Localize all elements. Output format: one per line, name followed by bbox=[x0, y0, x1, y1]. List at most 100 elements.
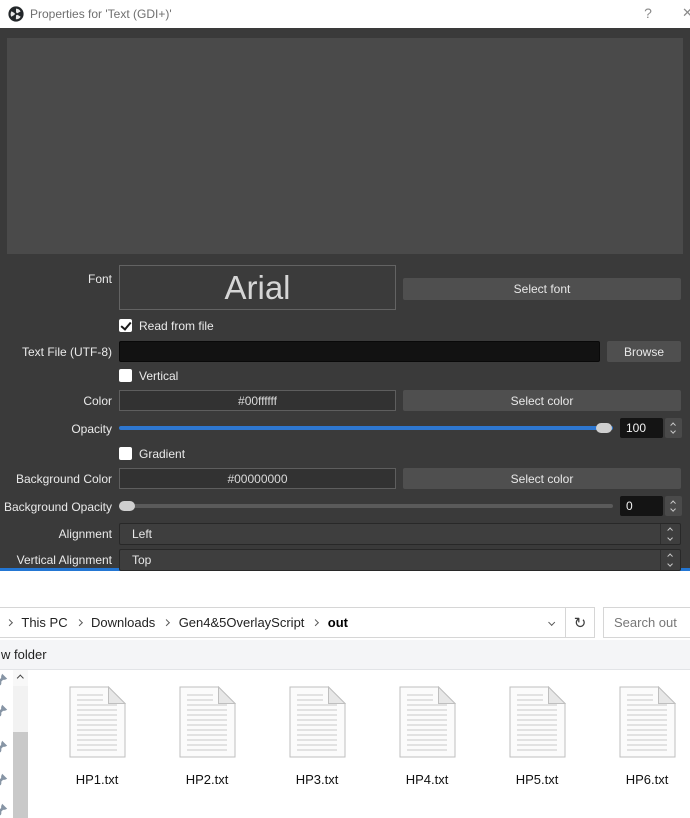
font-label: Font bbox=[87, 272, 112, 286]
color-label: Color bbox=[83, 394, 112, 408]
breadcrumb: This PC Downloads Gen4&5OverlayScript ou… bbox=[0, 615, 539, 630]
breadcrumb-separator-icon[interactable] bbox=[312, 618, 320, 627]
pin-icon[interactable] bbox=[0, 673, 8, 689]
background-opacity-value: 0 bbox=[620, 496, 663, 516]
dropdown-arrows[interactable] bbox=[660, 550, 680, 570]
address-dropdown-button[interactable] bbox=[539, 608, 565, 637]
obs-properties-dialog: Font Arial Select font Read from file Te… bbox=[0, 28, 690, 571]
chevron-up-icon bbox=[17, 674, 24, 682]
close-button[interactable]: ✕ bbox=[682, 5, 690, 23]
gradient-checkbox[interactable] bbox=[119, 447, 132, 460]
screen: Properties for 'Text (GDI+)' ? ✕ Font Ar… bbox=[0, 0, 690, 818]
obs-logo-icon bbox=[8, 6, 24, 22]
opacity-slider[interactable] bbox=[119, 426, 613, 430]
text-file-icon bbox=[509, 686, 566, 758]
chevron-down-icon bbox=[667, 534, 674, 541]
pin-icon[interactable] bbox=[0, 803, 8, 818]
gradient-label: Gradient bbox=[139, 447, 186, 461]
pin-icon[interactable] bbox=[0, 773, 8, 789]
file-name[interactable]: HP3.txt bbox=[296, 772, 339, 787]
file-name[interactable]: HP2.txt bbox=[186, 772, 229, 787]
chevron-up-icon bbox=[667, 553, 674, 560]
breadcrumb-item-out[interactable]: out bbox=[328, 615, 348, 630]
file-grid: HP1.txt HP2.txt HP3.txt HP4.txt HP5.txt bbox=[42, 686, 690, 787]
address-bar-controls: ↻ bbox=[539, 608, 594, 637]
background-opacity-spin-arrows[interactable] bbox=[665, 496, 682, 516]
file-name[interactable]: HP1.txt bbox=[76, 772, 119, 787]
background-opacity-spinbox[interactable]: 0 bbox=[620, 496, 682, 516]
explorer-command-bar: w folder bbox=[0, 640, 690, 670]
vertical-scrollbar[interactable] bbox=[13, 670, 28, 818]
breadcrumb-separator-icon[interactable] bbox=[163, 618, 171, 627]
file-tile[interactable]: HP3.txt bbox=[262, 686, 372, 787]
file-list-area: HP1.txt HP2.txt HP3.txt HP4.txt HP5.txt bbox=[0, 670, 690, 818]
text-file-input[interactable] bbox=[119, 341, 600, 362]
file-name[interactable]: HP6.txt bbox=[626, 772, 669, 787]
color-value-box: #00ffffff bbox=[119, 390, 396, 411]
vertical-alignment-value: Top bbox=[132, 553, 152, 567]
file-tile[interactable]: HP2.txt bbox=[152, 686, 262, 787]
vertical-alignment-label: Vertical Alignment bbox=[16, 553, 112, 567]
search-input[interactable] bbox=[604, 608, 690, 637]
font-preview-box: Arial bbox=[119, 265, 396, 310]
chevron-down-icon bbox=[667, 560, 674, 567]
breadcrumb-root-chevron-icon[interactable] bbox=[5, 618, 14, 627]
vertical-checkbox[interactable] bbox=[119, 369, 132, 382]
chevron-up-icon bbox=[667, 527, 674, 534]
spin-down-icon[interactable] bbox=[670, 428, 677, 435]
help-button[interactable]: ? bbox=[638, 5, 658, 23]
file-tile[interactable]: HP5.txt bbox=[482, 686, 592, 787]
background-select-color-button[interactable]: Select color bbox=[403, 468, 681, 489]
file-name[interactable]: HP4.txt bbox=[406, 772, 449, 787]
text-file-icon bbox=[399, 686, 456, 758]
opacity-slider-handle[interactable] bbox=[596, 423, 612, 433]
text-file-icon bbox=[69, 686, 126, 758]
file-tile[interactable]: HP4.txt bbox=[372, 686, 482, 787]
pin-icon[interactable] bbox=[0, 740, 8, 756]
background-opacity-slider-handle[interactable] bbox=[119, 501, 135, 511]
font-preview-text: Arial bbox=[224, 268, 291, 306]
file-explorer-window: This PC Downloads Gen4&5OverlayScript ou… bbox=[0, 574, 690, 818]
dropdown-arrows[interactable] bbox=[660, 524, 680, 544]
background-opacity-slider[interactable] bbox=[119, 504, 613, 508]
opacity-spin-arrows[interactable] bbox=[665, 418, 682, 438]
background-color-value-box: #00000000 bbox=[119, 468, 396, 489]
search-box[interactable] bbox=[603, 607, 690, 638]
read-from-file-checkbox[interactable] bbox=[119, 319, 132, 332]
breadcrumb-separator-icon[interactable] bbox=[75, 618, 84, 627]
select-color-button[interactable]: Select color bbox=[403, 390, 681, 411]
obs-dialog-titlebar: Properties for 'Text (GDI+)' ? ✕ bbox=[0, 0, 690, 28]
select-font-button[interactable]: Select font bbox=[403, 278, 681, 300]
breadcrumb-item-downloads[interactable]: Downloads bbox=[91, 615, 155, 630]
address-bar[interactable]: This PC Downloads Gen4&5OverlayScript ou… bbox=[0, 607, 595, 638]
opacity-spinbox[interactable]: 100 bbox=[620, 418, 682, 438]
breadcrumb-item-this-pc[interactable]: This PC bbox=[21, 615, 67, 630]
browse-button[interactable]: Browse bbox=[607, 341, 681, 362]
spin-down-icon[interactable] bbox=[670, 506, 677, 513]
background-color-label: Background Color bbox=[15, 472, 112, 486]
opacity-label: Opacity bbox=[71, 422, 112, 436]
text-file-icon bbox=[619, 686, 676, 758]
refresh-button[interactable]: ↻ bbox=[566, 608, 594, 637]
spin-up-icon[interactable] bbox=[670, 499, 677, 506]
text-file-label: Text File (UTF-8) bbox=[22, 345, 112, 359]
opacity-value: 100 bbox=[620, 418, 663, 438]
text-file-icon bbox=[179, 686, 236, 758]
scrollbar-up-button[interactable] bbox=[13, 670, 28, 686]
spin-up-icon[interactable] bbox=[670, 421, 677, 428]
alignment-label: Alignment bbox=[58, 527, 112, 541]
file-name[interactable]: HP5.txt bbox=[516, 772, 559, 787]
new-folder-button-partial[interactable]: w folder bbox=[1, 647, 47, 662]
vertical-alignment-dropdown[interactable]: Top bbox=[119, 549, 681, 571]
file-tile[interactable]: HP1.txt bbox=[42, 686, 152, 787]
scrollbar-thumb[interactable] bbox=[13, 732, 28, 818]
source-preview-canvas bbox=[7, 38, 683, 254]
pin-icon[interactable] bbox=[0, 704, 8, 720]
alignment-dropdown[interactable]: Left bbox=[119, 523, 681, 545]
breadcrumb-item-script-folder[interactable]: Gen4&5OverlayScript bbox=[179, 615, 305, 630]
dialog-title: Properties for 'Text (GDI+)' bbox=[30, 7, 172, 21]
file-tile[interactable]: HP6.txt bbox=[592, 686, 690, 787]
alignment-value: Left bbox=[132, 527, 153, 541]
background-opacity-label: Background Opacity bbox=[3, 500, 112, 514]
chevron-down-icon bbox=[548, 618, 556, 627]
